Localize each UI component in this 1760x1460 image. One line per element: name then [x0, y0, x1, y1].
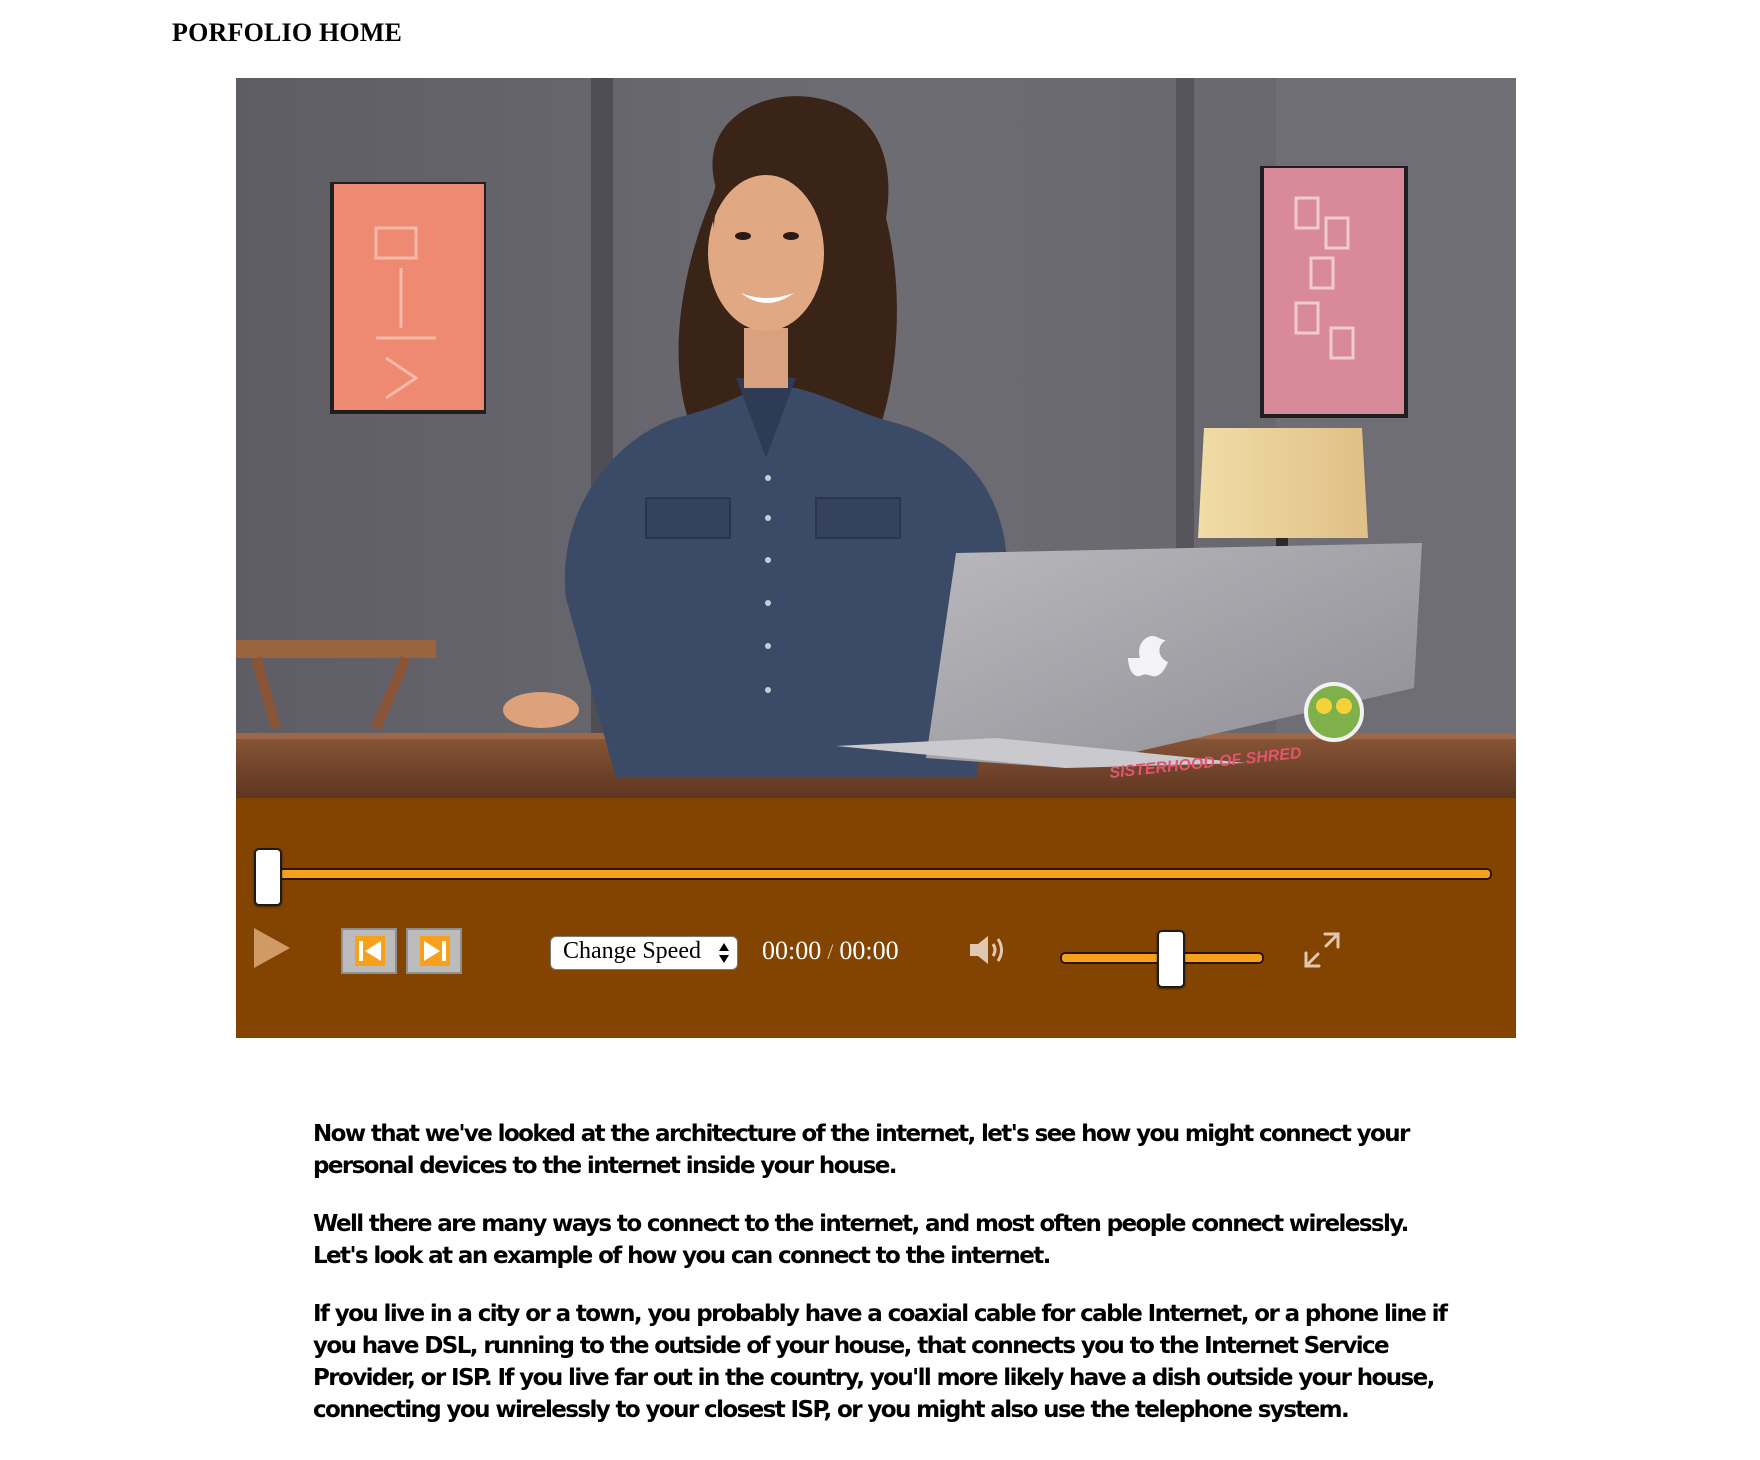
volume-icon [970, 936, 1003, 964]
current-time: 00:00 [762, 936, 822, 965]
speed-select-label: Change Speed [563, 938, 701, 964]
transcript-paragraph: If you live in a city or a town, you pro… [313, 1301, 1448, 1423]
speed-select[interactable]: Change Speed [550, 936, 738, 970]
time-separator: / [827, 939, 834, 964]
video-frame[interactable]: SISTERHOOD OF SHRED [236, 78, 1516, 798]
skip-forward-button[interactable] [406, 928, 462, 974]
skip-forward-icon [420, 936, 450, 966]
portfolio-home-link[interactable]: PORFOLIO HOME [172, 18, 402, 48]
seek-bar[interactable] [262, 868, 1492, 880]
transcript-paragraph: Now that we've looked at the architectur… [313, 1121, 1410, 1179]
skip-back-icon [355, 936, 385, 966]
fullscreen-icon [1304, 932, 1340, 968]
play-button[interactable] [252, 926, 292, 970]
time-display: 00:00/00:00 [762, 936, 899, 966]
volume-thumb[interactable] [1157, 930, 1185, 988]
transcript-paragraph: Well there are many ways to connect to t… [313, 1211, 1409, 1269]
fullscreen-button[interactable] [1302, 930, 1342, 970]
select-arrows-icon [719, 943, 729, 963]
play-icon [254, 928, 290, 968]
duration: 00:00 [839, 936, 899, 965]
control-bar: Change Speed 00:00/00:00 [236, 798, 1516, 1038]
video-player: SISTERHOOD OF SHRED Change Speed 00:00 /… [236, 78, 1516, 1038]
skip-back-button[interactable] [341, 928, 397, 974]
seek-thumb[interactable] [254, 848, 282, 906]
transcript: Now that we've looked at the architectur… [313, 1118, 1453, 1452]
mute-button[interactable] [968, 932, 1008, 968]
